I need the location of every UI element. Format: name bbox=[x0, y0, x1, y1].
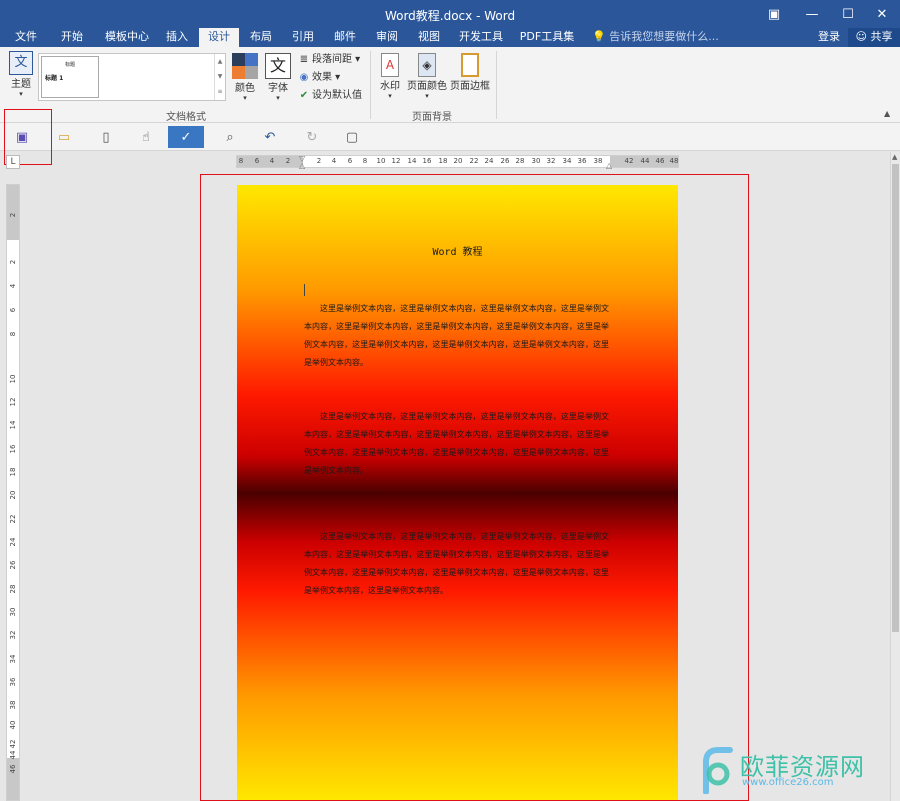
vertical-scrollbar[interactable]: ▲ bbox=[890, 152, 900, 801]
gallery-scroll[interactable]: ▲ ▼ ≡ bbox=[214, 54, 225, 100]
page-color-button[interactable]: ◈ 页面颜色 ▾ bbox=[406, 53, 448, 100]
office-logo-icon bbox=[703, 747, 733, 794]
right-indent-marker[interactable]: △ bbox=[606, 161, 612, 170]
paragraph: 这里是举例文本内容，这里是举例文本内容，这里是举例文本内容，这里是举例文本内容，… bbox=[304, 412, 609, 475]
vertical-ruler[interactable]: 2 2 4 6 8 10 12 14 16 18 20 22 24 26 28 … bbox=[6, 184, 20, 801]
collapse-ribbon-icon[interactable]: ▲ bbox=[884, 109, 890, 118]
chevron-down-icon: ▾ bbox=[276, 94, 280, 102]
paragraph: 这里是举例文本内容，这里是举例文本内容，这里是举例文本内容，这里是举例文本内容，… bbox=[304, 304, 609, 367]
effects-button[interactable]: ◉ 效果 ▾ bbox=[298, 70, 341, 85]
ribbon-design: 文 主题 ▾ 标题 标题 1 ▲ ▼ ≡ 颜色 ▾ 文 字体 ▾ ≣ 段落间距 ▾ ◉… bbox=[0, 47, 900, 123]
scroll-up-icon[interactable]: ▲ bbox=[892, 153, 897, 161]
paragraph: 这里是举例文本内容，这里是举例文本内容，这里是举例文本内容，这里是举例文本内容，… bbox=[304, 532, 609, 595]
theme-button[interactable]: 文 主题 ▾ bbox=[6, 51, 36, 98]
tab-references[interactable]: 引用 bbox=[284, 28, 322, 47]
chevron-down-icon: ▾ bbox=[243, 94, 247, 102]
title-bar: Word教程.docx - Word ▣ — ☐ ✕ bbox=[0, 0, 900, 28]
scrollbar-thumb[interactable] bbox=[892, 164, 899, 632]
set-default-button[interactable]: ✔ 设为默认值 bbox=[298, 88, 362, 103]
tab-home[interactable]: 开始 bbox=[52, 28, 92, 47]
spell-check-icon[interactable]: ✓ bbox=[168, 126, 204, 148]
group-label-page-bg: 页面背景 bbox=[412, 112, 452, 123]
style-thumbnail[interactable]: 标题 标题 1 bbox=[41, 56, 99, 98]
print-preview-icon[interactable]: ⌕ bbox=[218, 126, 242, 148]
document-page[interactable]: Word 教程 这里是举例文本内容，这里是举例文本内容，这里是举例文本内容，这里… bbox=[237, 185, 678, 801]
paragraph-spacing-icon: ≣ bbox=[299, 54, 309, 65]
watermark-url: www.office26.com bbox=[742, 777, 834, 788]
group-separator bbox=[370, 51, 371, 119]
tab-file[interactable]: 文件 bbox=[6, 28, 46, 47]
redo-icon[interactable]: ↻ bbox=[300, 126, 324, 148]
document-title: Word 教程 bbox=[432, 247, 483, 258]
colors-button[interactable]: 颜色 ▾ bbox=[231, 53, 259, 102]
left-indent-marker[interactable]: △ bbox=[299, 161, 305, 170]
maximize-button[interactable]: ☐ bbox=[830, 0, 866, 28]
undo-icon[interactable]: ↶ bbox=[258, 126, 282, 148]
paragraph-spacing-button[interactable]: ≣ 段落间距 ▾ bbox=[298, 52, 360, 67]
new-document-icon[interactable]: ▯ bbox=[94, 126, 118, 148]
ribbon-display-icon[interactable]: ▣ bbox=[756, 0, 792, 28]
tab-mailings[interactable]: 邮件 bbox=[326, 28, 364, 47]
effects-icon: ◉ bbox=[299, 72, 309, 83]
touch-mode-icon[interactable]: ☝ bbox=[134, 126, 158, 148]
tab-developer[interactable]: 开发工具 bbox=[452, 28, 510, 47]
chevron-down-icon: ▾ bbox=[425, 92, 429, 100]
tab-template-center[interactable]: 模板中心 bbox=[98, 28, 156, 47]
horizontal-ruler[interactable]: 8 6 4 2 2 4 6 8 10 12 14 16 18 20 22 24 … bbox=[236, 154, 679, 170]
check-circle-icon: ✔ bbox=[299, 90, 309, 101]
watermark-button[interactable]: A 水印 ▾ bbox=[376, 53, 404, 100]
page-border-icon bbox=[461, 53, 479, 77]
tell-me-search[interactable]: 💡 告诉我您想要做什么... bbox=[592, 28, 719, 47]
minimize-button[interactable]: — bbox=[794, 0, 830, 28]
share-button[interactable]: ☺ 共享 bbox=[848, 28, 900, 47]
ribbon-tabs: 文件 开始 模板中心 插入 设计 布局 引用 邮件 审阅 视图 开发工具 PDF… bbox=[0, 28, 900, 48]
text-cursor bbox=[304, 284, 305, 296]
page-border-button[interactable]: 页面边框 bbox=[450, 53, 490, 92]
paint-bucket-icon: ◈ bbox=[418, 53, 436, 77]
person-icon: ☺ bbox=[855, 30, 867, 43]
tab-selector-icon[interactable]: L bbox=[6, 155, 20, 169]
theme-icon: 文 bbox=[9, 51, 33, 75]
chevron-down-icon: ▾ bbox=[388, 92, 392, 100]
tab-layout[interactable]: 布局 bbox=[242, 28, 280, 47]
color-palette-icon bbox=[232, 53, 258, 79]
login-link[interactable]: 登录 bbox=[818, 28, 840, 47]
fonts-button[interactable]: 文 字体 ▾ bbox=[264, 53, 292, 102]
lightbulb-icon: 💡 bbox=[592, 30, 606, 43]
tab-design[interactable]: 设计 bbox=[199, 28, 239, 48]
style-set-gallery[interactable]: 标题 标题 1 ▲ ▼ ≡ bbox=[38, 53, 226, 101]
tab-view[interactable]: 视图 bbox=[410, 28, 448, 47]
screenshot-icon[interactable]: ▢ bbox=[340, 126, 364, 148]
site-watermark: 欧菲资源网 www.office26.com bbox=[700, 744, 900, 801]
tab-insert[interactable]: 插入 bbox=[158, 28, 196, 47]
watermark-icon: A bbox=[381, 53, 399, 77]
quick-access-toolbar: ▣ ▭ ▯ ☝ ✓ ⌕ ↶ ↻ ▢ bbox=[0, 123, 900, 151]
tab-pdf-tools[interactable]: PDF工具集 bbox=[514, 28, 580, 47]
tab-review[interactable]: 审阅 bbox=[368, 28, 406, 47]
group-separator bbox=[496, 51, 497, 119]
chevron-down-icon: ▾ bbox=[19, 90, 23, 98]
font-icon: 文 bbox=[265, 53, 291, 79]
close-button[interactable]: ✕ bbox=[864, 0, 900, 28]
group-label-doc-format: 文档格式 bbox=[166, 112, 206, 123]
open-folder-icon[interactable]: ▭ bbox=[52, 126, 76, 148]
